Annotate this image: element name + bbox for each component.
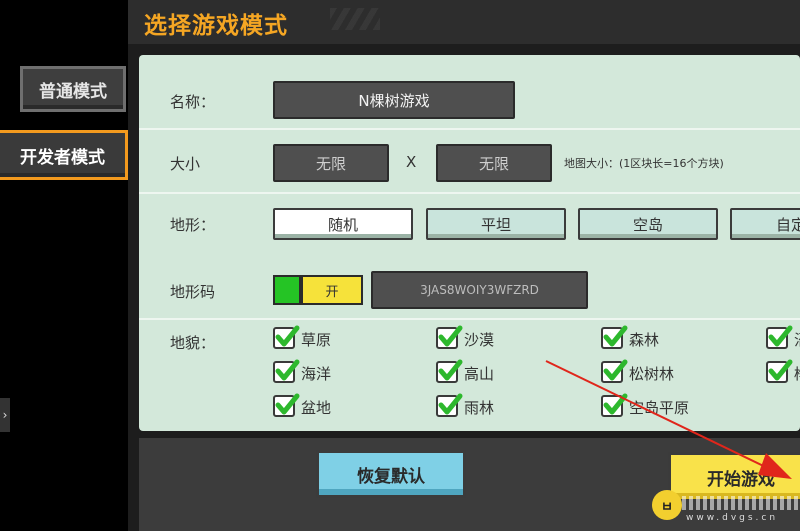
biome-label-item: 高山 <box>464 365 495 383</box>
divider <box>139 318 800 320</box>
biome-checkbox[interactable] <box>436 325 463 349</box>
terrain-flat-button[interactable]: 平坦 <box>426 208 566 240</box>
name-input[interactable]: N棵树游戏 <box>273 81 515 119</box>
watermark-logo: ㅂ <box>652 490 682 520</box>
biome-label-item: 沙漠 <box>464 331 495 349</box>
biome-label-item: 草原 <box>301 331 332 349</box>
checkmark-icon <box>438 393 463 415</box>
seed-toggle[interactable]: 开 <box>301 275 363 305</box>
biome-checkbox[interactable] <box>273 359 300 383</box>
annotation-arrow <box>545 360 792 479</box>
biome-checkbox[interactable] <box>766 325 793 349</box>
terrain-custom-button[interactable]: 自定 <box>730 208 800 240</box>
size-width-input[interactable]: 无限 <box>273 144 389 182</box>
biome-label-item: 森林 <box>629 331 660 349</box>
tab-developer-mode[interactable]: 开发者模式 <box>0 130 128 180</box>
divider <box>139 128 800 130</box>
chevron-right-icon[interactable]: › <box>0 398 10 432</box>
checkmark-icon <box>275 359 300 381</box>
reset-defaults-button[interactable]: 恢复默认 <box>316 450 466 498</box>
dialog-title: 选择游戏模式 <box>144 13 288 39</box>
terrain-label: 地形： <box>170 216 216 234</box>
biome-checkbox[interactable] <box>273 393 300 417</box>
tab-normal-mode[interactable]: 普通模式 <box>20 66 126 112</box>
size-label: 大小 <box>170 155 201 173</box>
checkmark-icon <box>275 393 300 415</box>
checkmark-icon <box>275 325 300 347</box>
terrain-skyisland-button[interactable]: 空岛 <box>578 208 718 240</box>
title-decoration <box>330 8 380 30</box>
size-hint: 地图大小：(1区块长=16个方块) <box>564 157 724 170</box>
watermark-url: www.dvgs.cn <box>686 513 779 523</box>
biome-checkbox[interactable] <box>436 359 463 383</box>
biome-label-item: 雨林 <box>464 399 495 417</box>
checkmark-icon <box>438 359 463 381</box>
biome-checkbox[interactable] <box>436 393 463 417</box>
biome-checkbox[interactable] <box>601 325 628 349</box>
seed-input[interactable]: 3JAS8WOIY3WFZRD <box>371 271 588 309</box>
watermark-text-strip <box>682 496 800 510</box>
checkmark-icon <box>768 325 793 347</box>
checkmark-icon <box>603 325 628 347</box>
name-label: 名称： <box>170 93 216 111</box>
divider <box>139 192 800 194</box>
biome-label-item: 沼 <box>794 329 800 350</box>
seed-label: 地形码 <box>170 283 216 301</box>
size-x-label: X <box>406 153 417 171</box>
biome-label-item: 海洋 <box>301 365 332 383</box>
biome-label-item: 盆地 <box>301 399 332 417</box>
biome-checkbox[interactable] <box>273 325 300 349</box>
terrain-random-button[interactable]: 随机 <box>273 208 413 240</box>
biome-label: 地貌： <box>170 334 216 352</box>
seed-toggle-indicator[interactable] <box>273 275 301 305</box>
checkmark-icon <box>438 325 463 347</box>
size-height-input[interactable]: 无限 <box>436 144 552 182</box>
